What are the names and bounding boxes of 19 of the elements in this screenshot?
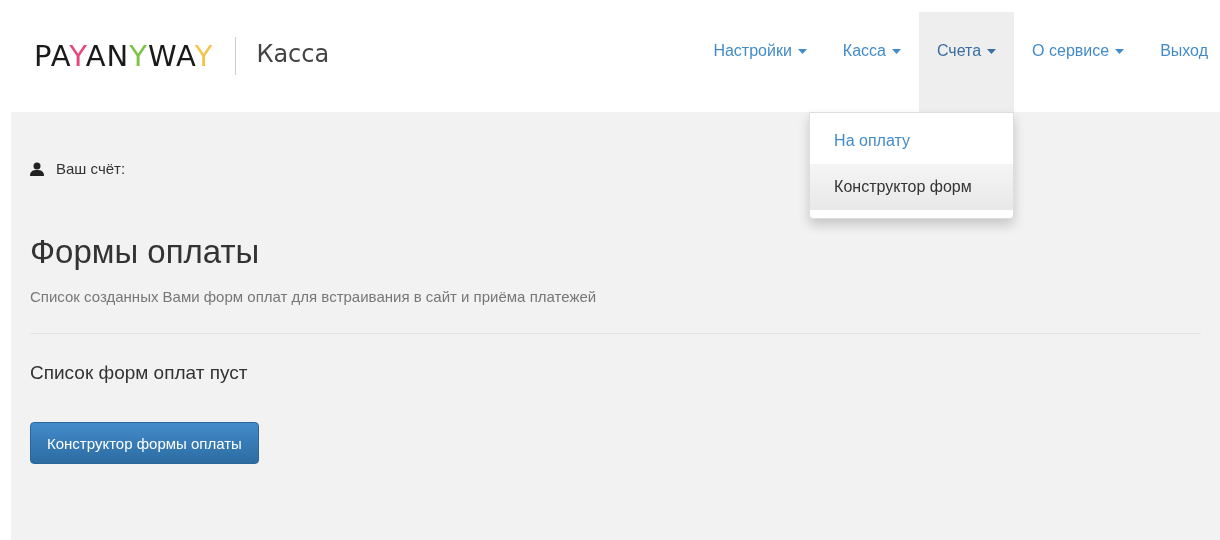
form-builder-button[interactable]: Конструктор формы оплаты xyxy=(30,422,259,464)
logo[interactable]: PAYANYWAY xyxy=(34,39,214,73)
caret-icon xyxy=(891,49,901,54)
nav-item[interactable]: О сервисе xyxy=(1014,12,1143,112)
empty-message: Список форм оплат пуст xyxy=(30,362,249,384)
nav-item[interactable]: Выход xyxy=(1142,12,1220,112)
app-name: Касса xyxy=(256,40,330,68)
menu-item[interactable]: На оплату xyxy=(810,118,1014,164)
menu-item[interactable]: Конструктор форм xyxy=(810,164,1014,210)
nav-item[interactable]: Настройки xyxy=(695,12,825,112)
caret-icon xyxy=(1115,49,1125,54)
page-title: Формы оплаты xyxy=(30,233,261,271)
page-description: Список созданных Вами форм оплат для встраивания в сайт и приёма платежей xyxy=(30,288,598,305)
account-label: Ваш счёт: xyxy=(56,160,126,177)
nav-item[interactable]: Касса xyxy=(824,12,919,112)
user-icon xyxy=(30,161,44,176)
caret-icon xyxy=(987,49,997,54)
nav-item[interactable]: Счета xyxy=(918,12,1015,112)
caret-icon xyxy=(797,49,807,54)
